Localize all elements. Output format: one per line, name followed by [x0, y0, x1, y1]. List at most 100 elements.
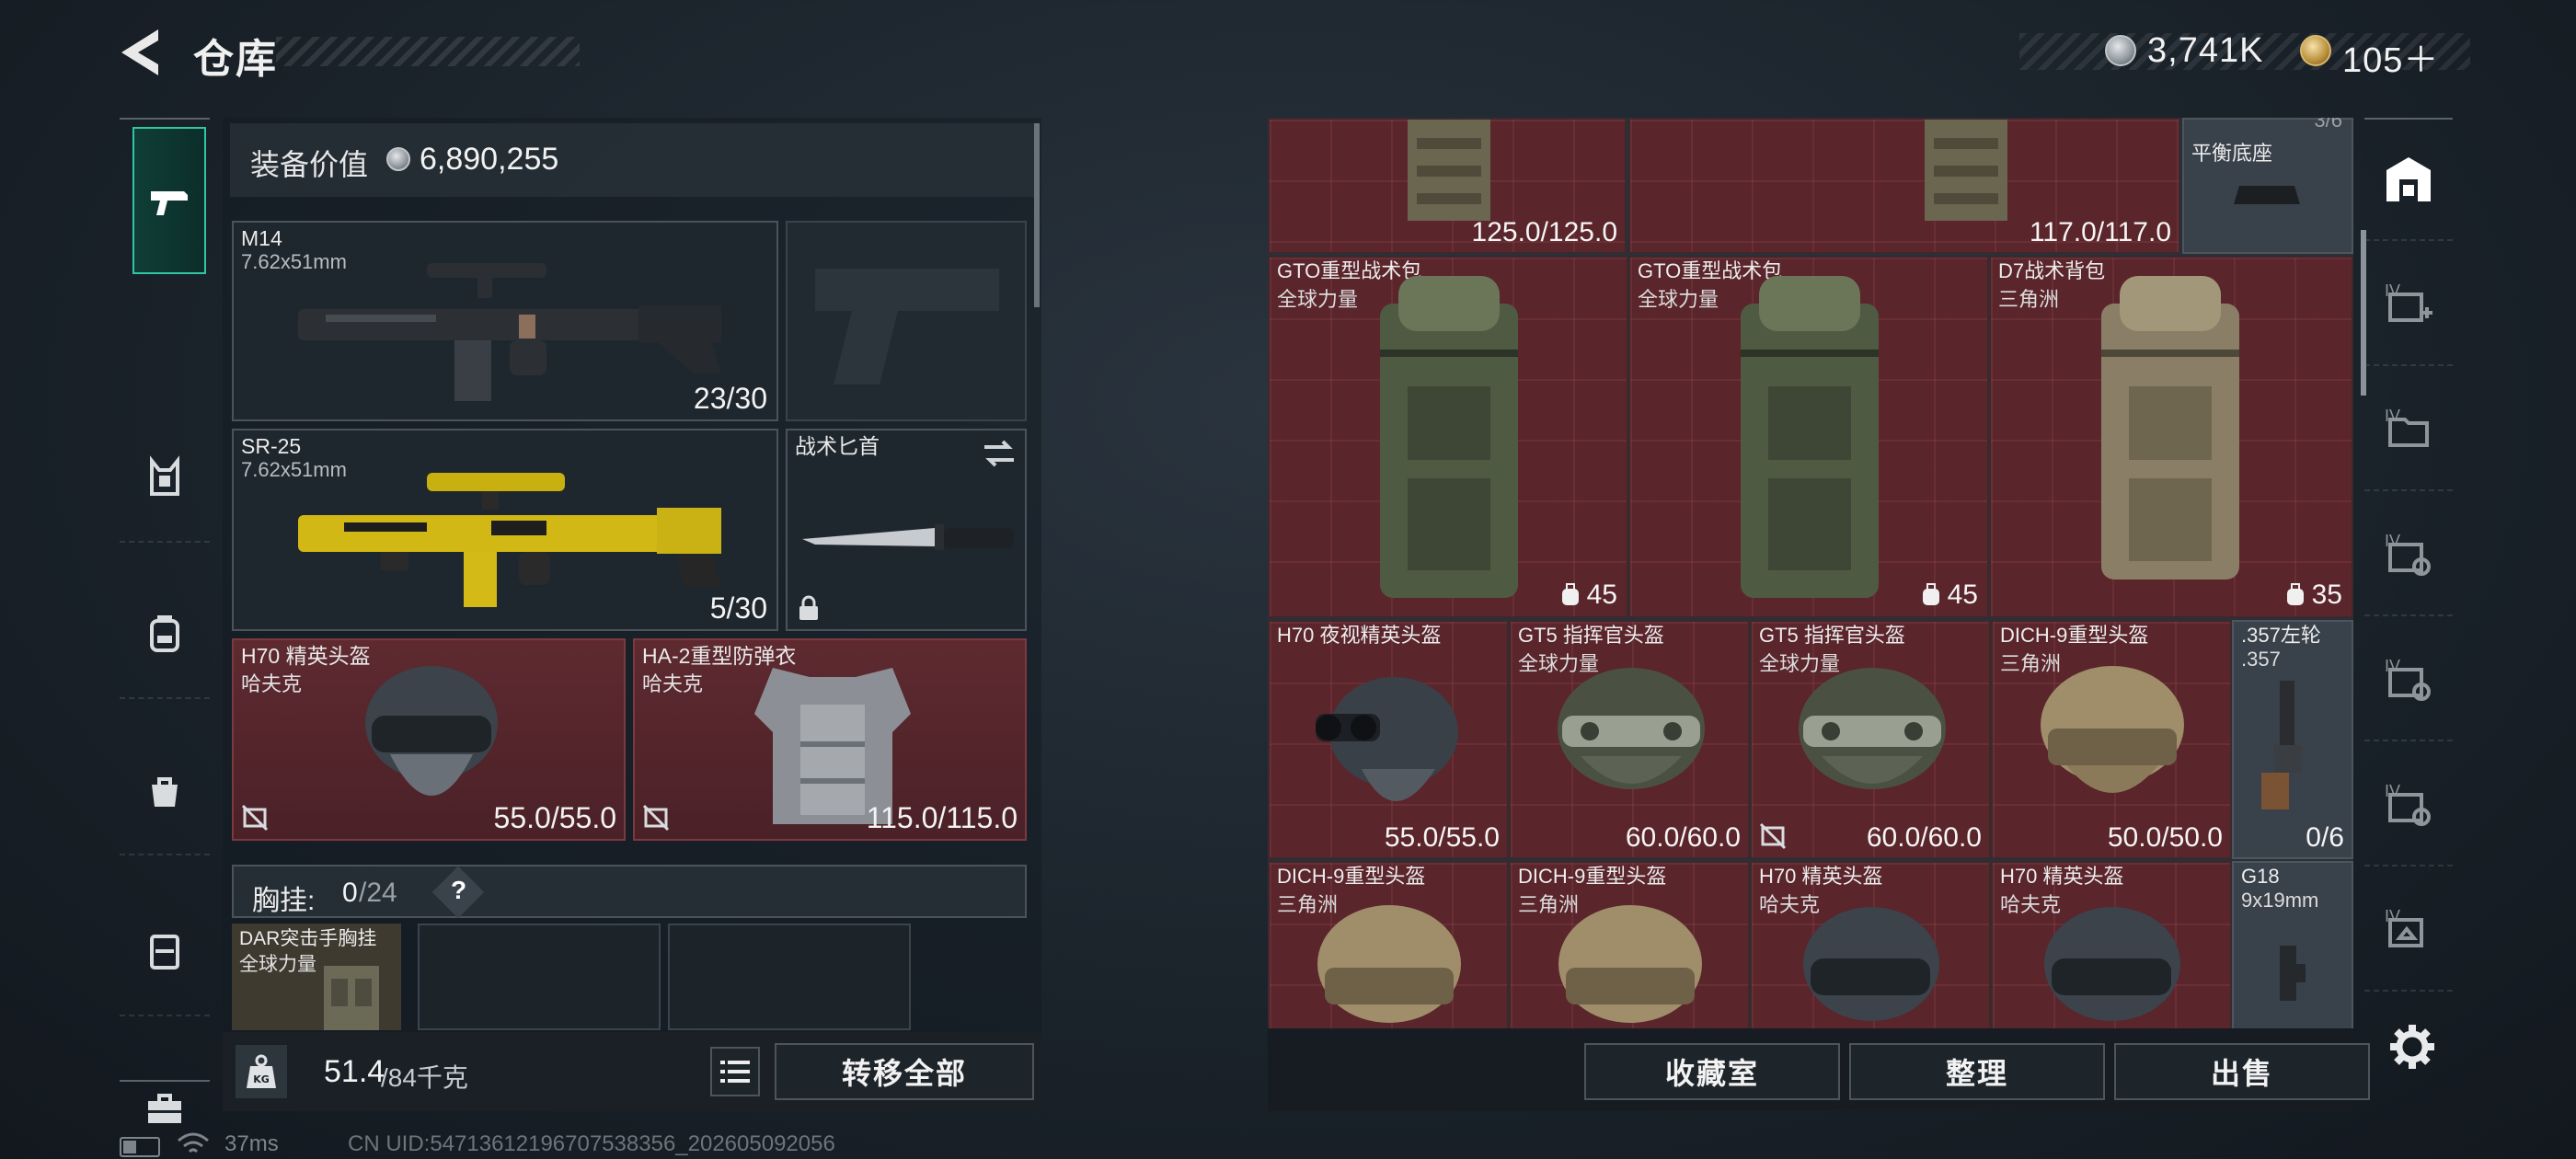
- storage-item[interactable]: DICH-9重型头盔 三角洲 50.0/50.0: [1991, 620, 2232, 859]
- storage-item[interactable]: H70 精英头盔 哈夫克: [1750, 861, 1991, 1028]
- item-name: H70 精英头盔: [2000, 865, 2124, 888]
- helmet-name: H70 精英头盔: [241, 644, 371, 668]
- sort-button[interactable]: 整理: [1849, 1043, 2105, 1100]
- tab-vest[interactable]: [120, 414, 210, 543]
- collection-room-button[interactable]: 收藏室: [1584, 1043, 1840, 1100]
- primary-weapon-slot[interactable]: M14 7.62x51mm 23/30: [232, 221, 778, 421]
- battery-icon: [120, 1137, 160, 1157]
- tab-bag[interactable]: [120, 727, 210, 855]
- item-origin: 全球力量: [1638, 288, 1719, 311]
- backpack-icon: [150, 615, 179, 652]
- storage-item[interactable]: 117.0/117.0: [1628, 118, 2180, 254]
- melee-slot[interactable]: 战术匕首: [786, 429, 1027, 631]
- item-name: GT5 指挥官头盔: [1518, 624, 1664, 647]
- bipod-image: [2234, 186, 2300, 204]
- swap-icon[interactable]: [981, 438, 1018, 469]
- list-icon: [720, 1061, 750, 1083]
- tab-main-stash[interactable]: [2364, 118, 2453, 241]
- left-category-tabs: [120, 118, 210, 1123]
- helmet-slot[interactable]: H70 精英头盔 哈夫克 55.0/55.0: [232, 638, 626, 841]
- weight-bar: KG 51.4 /84千克 转移全部: [223, 1032, 1041, 1111]
- help-icon[interactable]: ?: [451, 876, 466, 905]
- gt5-helmet-image: [1558, 668, 1705, 789]
- equipment-value-bar: 装备价值 6,890,255: [230, 123, 1034, 197]
- storage-item[interactable]: GT5 指挥官头盔 全球力量 60.0/60.0: [1750, 620, 1991, 859]
- h70-helmet-image: [365, 666, 498, 796]
- armor-slot[interactable]: HA-2重型防弹衣 哈夫克 115.0/115.0: [633, 638, 1027, 841]
- transfer-all-button[interactable]: 转移全部: [775, 1043, 1034, 1100]
- secondary-weapon-slot[interactable]: SR-25 7.62x51mm 5/30: [232, 429, 778, 631]
- camo-pouch-image: [1925, 120, 2007, 221]
- h70-helmet-image: [2044, 907, 2180, 1021]
- dich9-helmet-image: [2041, 666, 2184, 793]
- chest-rig-item[interactable]: DAR突击手胸挂 全球力量: [232, 924, 401, 1030]
- settings-button[interactable]: [2386, 1021, 2442, 1076]
- tab-stash-wrench[interactable]: IV: [2364, 618, 2453, 741]
- storage-item[interactable]: H70 夜视精英头盔 55.0/55.0: [1268, 620, 1509, 859]
- tab-stash-medic[interactable]: IV: [2364, 868, 2453, 992]
- equipment-value: 6,890,255: [420, 142, 559, 177]
- page-title: 仓库: [193, 37, 278, 82]
- backpack-icon: [1922, 583, 1939, 605]
- tab-stash-wrench[interactable]: IV: [2364, 493, 2453, 616]
- g18-pistol-image: [2280, 946, 2306, 1001]
- nvg-helmet-image: [1316, 677, 1458, 801]
- melee-name: 战术匕首: [795, 434, 880, 458]
- list-view-button[interactable]: [710, 1047, 760, 1096]
- storage-item[interactable]: G18 9x19mm: [2232, 861, 2353, 1028]
- weapon-name: SR-25: [241, 434, 302, 458]
- tab-weapons[interactable]: [132, 127, 206, 274]
- weight-max: /84千克: [381, 1063, 468, 1092]
- storage-item[interactable]: D7战术背包 三角洲 35: [1989, 256, 2353, 618]
- chest-rig-header: 胸挂: 0 /24 ?: [232, 865, 1027, 919]
- weight-current: 51.4: [324, 1054, 385, 1089]
- item-durability: 60.0/60.0: [1625, 822, 1741, 853]
- case-icon: [150, 935, 179, 970]
- storage-item[interactable]: GT5 指挥官头盔 全球力量 60.0/60.0: [1509, 620, 1750, 859]
- tab-stash-expand[interactable]: IV: [2364, 243, 2453, 366]
- title-decoration: [276, 37, 580, 66]
- item-name: DICH-9重型头盔: [1277, 865, 1426, 888]
- storage-item[interactable]: 3/6 平衡底座: [2182, 118, 2353, 254]
- silver-coin-icon: [386, 147, 410, 171]
- loadout-scrollbar[interactable]: [1034, 123, 1040, 307]
- tab-stash-folder[interactable]: IV: [2364, 368, 2453, 491]
- item-name: DICH-9重型头盔: [1518, 865, 1667, 888]
- pistol-slot[interactable]: [786, 221, 1027, 421]
- chest-rig-item-name: DAR突击手胸挂: [239, 928, 377, 949]
- svg-text:KG: KG: [253, 1073, 270, 1085]
- back-button[interactable]: [118, 26, 164, 79]
- no-insure-icon: [642, 804, 670, 832]
- storage-item[interactable]: GTO重型战术包 全球力量 45: [1628, 256, 1989, 618]
- storage-item[interactable]: GTO重型战术包 全球力量 45: [1268, 256, 1628, 618]
- chest-rig-empty-slot[interactable]: [668, 924, 911, 1030]
- gto-backpack-image: [1741, 276, 1879, 598]
- backpack-capacity: 45: [1559, 580, 1617, 611]
- tab-backpack[interactable]: [120, 570, 210, 699]
- storage-item[interactable]: DICH-9重型头盔 三角洲: [1268, 861, 1509, 1028]
- primary-ammo-count: 23/30: [693, 382, 767, 415]
- storage-item[interactable]: .357左轮 .357 0/6: [2232, 620, 2353, 859]
- secondary-ammo-count: 5/30: [709, 591, 767, 625]
- tab-case[interactable]: [120, 888, 210, 1016]
- storage-item[interactable]: 125.0/125.0: [1268, 118, 1627, 254]
- gold-currency-value[interactable]: 105＋: [2342, 31, 2439, 82]
- sell-button[interactable]: 出售: [2114, 1043, 2370, 1100]
- chest-rig-item-origin: 全球力量: [239, 954, 316, 975]
- storage-tabs: IV IV IV IV IV IV: [2364, 118, 2453, 1047]
- chest-rig-capacity: /24: [359, 878, 397, 908]
- chest-rig-empty-slot[interactable]: [418, 924, 661, 1030]
- no-insure-icon: [1759, 822, 1787, 850]
- knife-image: [802, 524, 1014, 550]
- dich9-helmet-image: [1558, 905, 1702, 1023]
- storage-item[interactable]: H70 精英头盔 哈夫克: [1991, 861, 2232, 1028]
- h70-helmet-image: [1803, 907, 1939, 1021]
- item-name: G18: [2241, 865, 2280, 888]
- storage-item[interactable]: DICH-9重型头盔 三角洲: [1509, 861, 1750, 1028]
- item-name: H70 精英头盔: [1759, 865, 1883, 888]
- item-caliber: .357: [2241, 648, 2281, 671]
- item-name: H70 夜视精英头盔: [1277, 624, 1442, 647]
- tab-stash-wrench[interactable]: IV: [2364, 743, 2453, 866]
- weapon-name: M14: [241, 226, 282, 250]
- gold-coin-icon: [2300, 35, 2331, 66]
